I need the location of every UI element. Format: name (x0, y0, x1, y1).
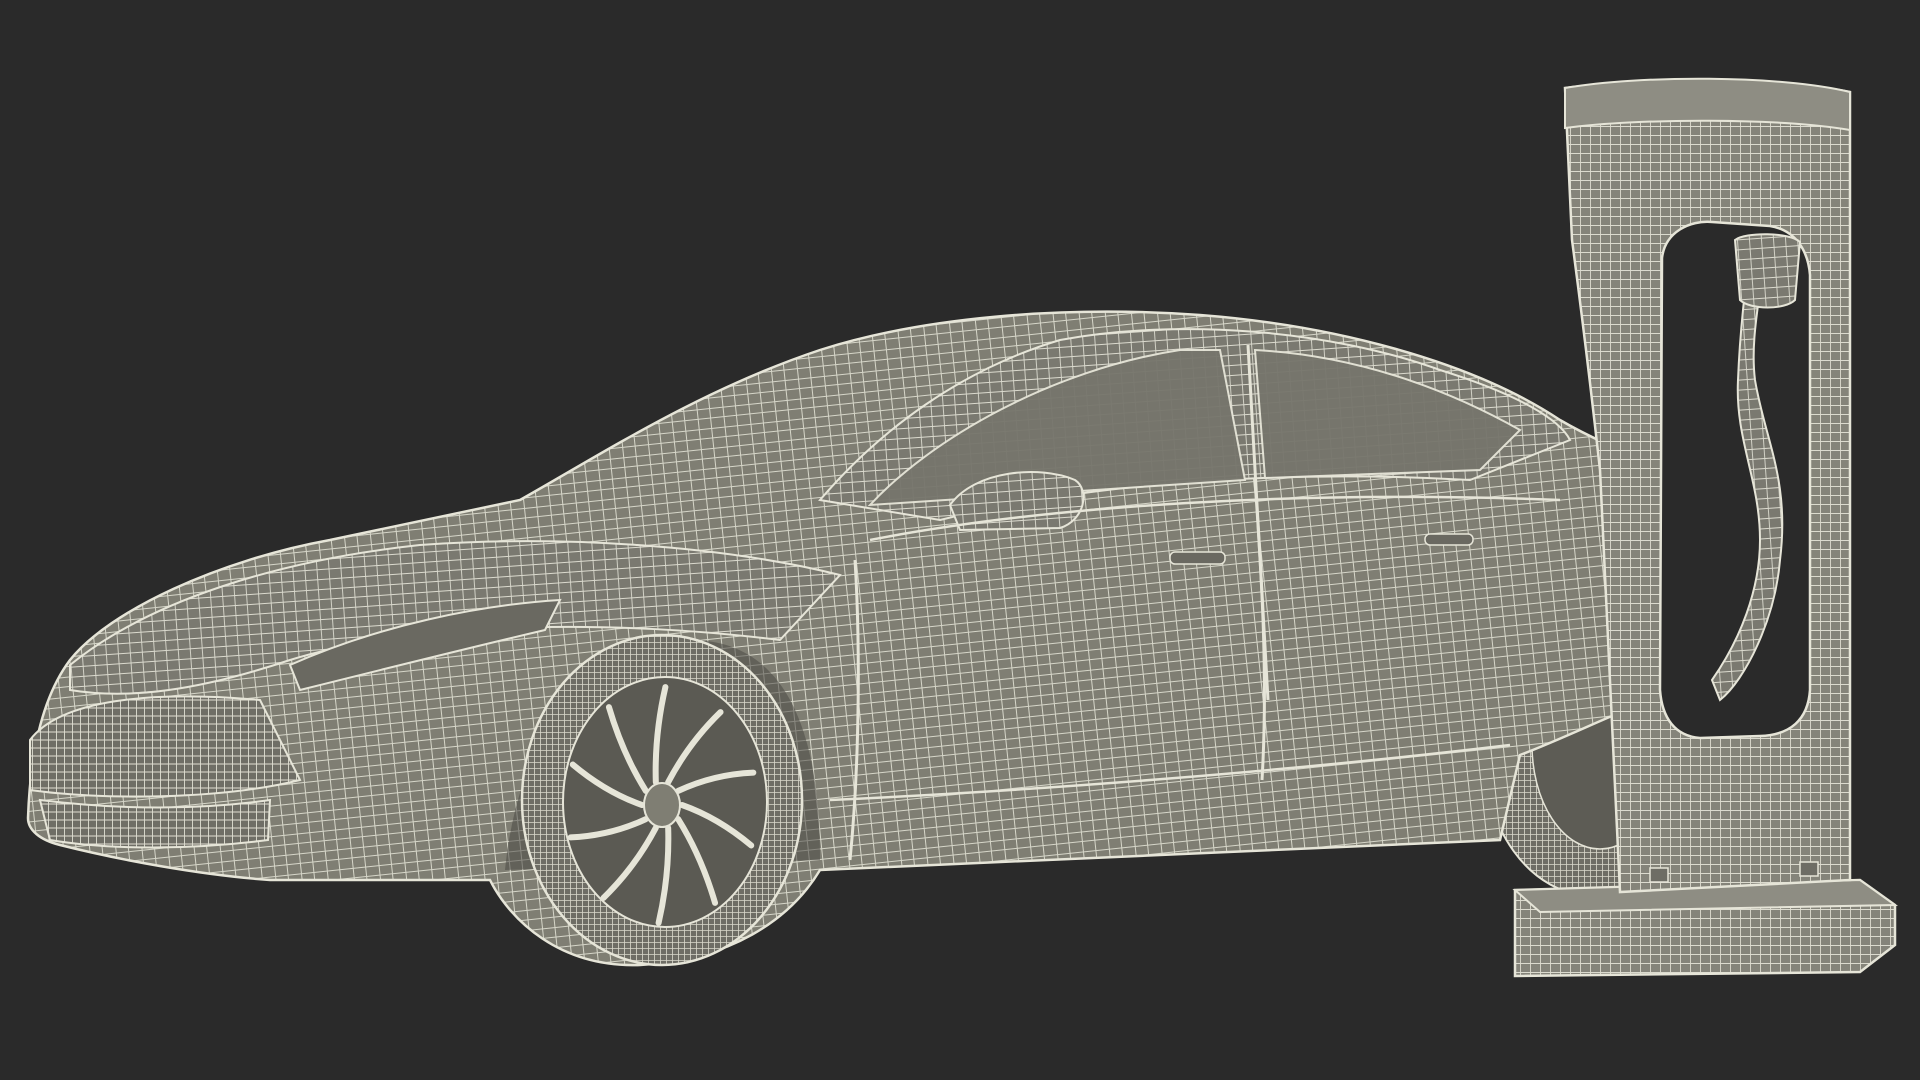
render-viewport (0, 0, 1920, 1080)
station-vent-left (1649, 867, 1669, 883)
charging-connector (1733, 233, 1802, 309)
lower-intake (38, 798, 272, 849)
front-grille (29, 695, 302, 798)
rear-door-handle (1424, 533, 1474, 546)
wireframe-render (0, 0, 1920, 1080)
wheel-hub (643, 782, 681, 828)
station-vent-right (1799, 861, 1819, 877)
front-door-handle (1169, 551, 1226, 565)
front-wheel (520, 633, 804, 967)
